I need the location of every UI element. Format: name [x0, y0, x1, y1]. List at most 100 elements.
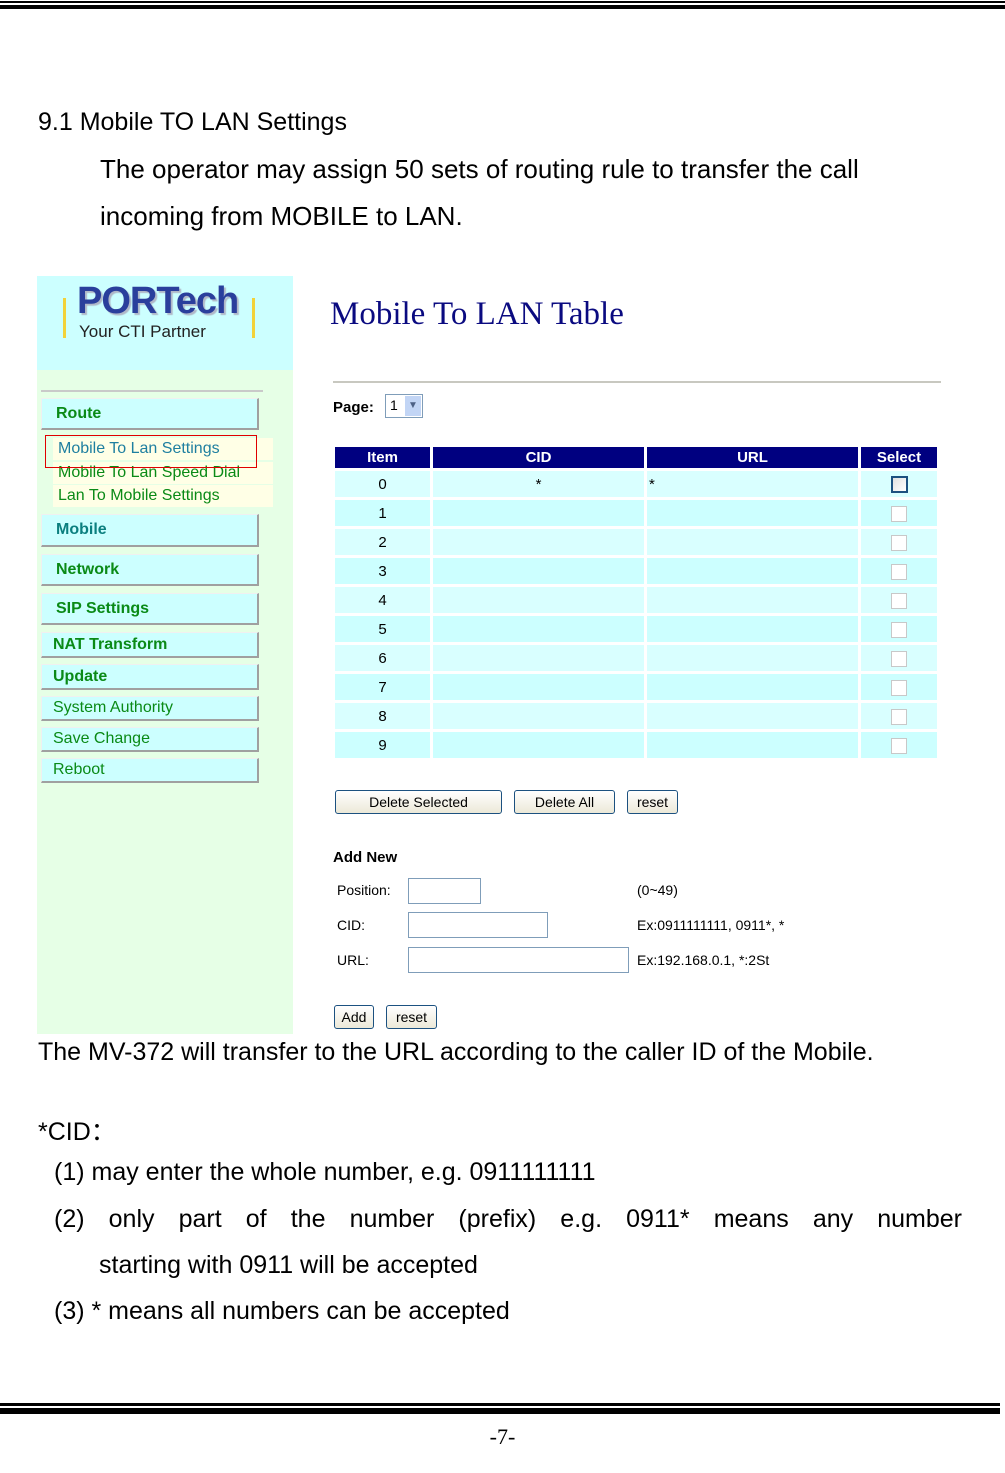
chevron-down-icon[interactable]: ▼	[405, 396, 421, 416]
position-input[interactable]	[408, 878, 481, 904]
embedded-screenshot: PORTech Your CTI Partner Route Mobile To…	[37, 276, 959, 1034]
cell-select	[861, 732, 937, 758]
cell-select	[861, 587, 937, 613]
footer-rule-thin	[0, 1403, 1000, 1406]
table-row: 1	[335, 500, 937, 526]
sidebar-subitem-lan-to-mobile-settings[interactable]: Lan To Mobile Settings	[53, 485, 273, 507]
footer-rule-thick	[0, 1408, 1000, 1414]
sidebar-item-reboot[interactable]: Reboot	[41, 758, 259, 783]
highlight-box	[45, 435, 257, 468]
cell-cid: *	[433, 471, 644, 497]
cell-url	[647, 732, 858, 758]
select-checkbox[interactable]	[891, 679, 907, 696]
url-input[interactable]	[408, 947, 629, 973]
table-row: 6	[335, 645, 937, 671]
url-hint: Ex:192.168.0.1, *:2St	[637, 952, 770, 968]
cid-note-2-continued: starting with 0911 will be accepted	[99, 1251, 478, 1279]
cell-select	[861, 674, 937, 700]
cell-item: 6	[335, 645, 430, 671]
table-row: 2	[335, 529, 937, 555]
sidebar-item-update[interactable]: Update	[41, 664, 259, 690]
cell-item: 3	[335, 558, 430, 584]
select-checkbox[interactable]	[891, 592, 907, 609]
cell-cid	[433, 558, 644, 584]
cell-url	[647, 674, 858, 700]
sidebar-item-system-authority[interactable]: System Authority	[41, 696, 259, 721]
table-row: 7	[335, 674, 937, 700]
cell-cid	[433, 674, 644, 700]
cell-item: 4	[335, 587, 430, 613]
page-number: -7-	[489, 1424, 516, 1449]
column-header-select: Select	[861, 447, 937, 468]
cid-note-1: (1) may enter the whole number, e.g. 091…	[54, 1158, 596, 1186]
cid-input[interactable]	[408, 912, 548, 938]
cell-select	[861, 500, 937, 526]
cell-select	[861, 471, 937, 497]
cell-url	[647, 529, 858, 555]
page-select[interactable]: 1 ▼	[385, 394, 423, 418]
cell-item: 0	[335, 471, 430, 497]
cell-url	[647, 703, 858, 729]
select-checkbox[interactable]	[891, 534, 907, 551]
cid-hint: Ex:0911111111, 0911*, *	[637, 917, 785, 933]
logo: PORTech Your CTI Partner	[37, 276, 293, 370]
cell-cid	[433, 616, 644, 642]
cell-item: 9	[335, 732, 430, 758]
reset-table-button[interactable]: reset	[627, 790, 678, 814]
page-title: Mobile To LAN Table	[330, 296, 624, 332]
select-checkbox[interactable]	[890, 475, 908, 493]
page-select-value: 1	[390, 397, 398, 413]
select-checkbox[interactable]	[891, 563, 907, 580]
page-label: Page:	[333, 399, 374, 416]
select-checkbox[interactable]	[891, 737, 907, 754]
cell-cid	[433, 732, 644, 758]
logo-tagline: Your CTI Partner	[79, 322, 206, 341]
reset-form-button[interactable]: reset	[386, 1005, 437, 1029]
cell-item: 7	[335, 674, 430, 700]
cell-select	[861, 558, 937, 584]
sidebar-item-mobile[interactable]: Mobile	[41, 514, 259, 547]
table-row: 8	[335, 703, 937, 729]
sidebar-item-network[interactable]: Network	[41, 554, 259, 586]
cell-item: 2	[335, 529, 430, 555]
select-checkbox[interactable]	[891, 650, 907, 667]
cell-select	[861, 703, 937, 729]
cell-select	[861, 529, 937, 555]
table-row: 0 * *	[335, 471, 937, 497]
cell-cid	[433, 500, 644, 526]
cell-url	[647, 616, 858, 642]
cid-note-3: (3) * means all numbers can be accepted	[54, 1297, 510, 1325]
header-rule-thin	[0, 1, 1005, 3]
cell-url	[647, 500, 858, 526]
cell-cid	[433, 587, 644, 613]
sidebar-item-save-change[interactable]: Save Change	[41, 727, 259, 752]
column-header-item: Item	[335, 447, 430, 468]
title-divider	[333, 381, 941, 383]
column-header-cid: CID	[433, 447, 644, 468]
delete-all-button[interactable]: Delete All	[514, 790, 615, 814]
logo-main-text: PORTech	[77, 280, 239, 322]
select-checkbox[interactable]	[891, 708, 907, 725]
sidebar-item-sip-settings[interactable]: SIP Settings	[41, 593, 259, 625]
cell-url: *	[647, 471, 858, 497]
cell-select	[861, 645, 937, 671]
section-title: 9.1 Mobile TO LAN Settings	[38, 108, 347, 136]
cid-label: CID:	[337, 917, 365, 933]
select-checkbox[interactable]	[891, 505, 907, 522]
table-row: 3	[335, 558, 937, 584]
cell-cid	[433, 703, 644, 729]
cell-item: 8	[335, 703, 430, 729]
table-row: 4	[335, 587, 937, 613]
add-new-heading: Add New	[333, 849, 398, 866]
select-checkbox[interactable]	[891, 621, 907, 638]
cell-url	[647, 587, 858, 613]
sidebar: PORTech Your CTI Partner Route Mobile To…	[37, 276, 293, 1034]
intro-paragraph: The operator may assign 50 sets of routi…	[100, 154, 859, 231]
sidebar-item-nat-transform[interactable]: NAT Transform	[41, 632, 259, 658]
sidebar-item-route[interactable]: Route	[41, 398, 259, 430]
cell-url	[647, 645, 858, 671]
delete-selected-button[interactable]: Delete Selected	[335, 790, 502, 814]
cell-item: 5	[335, 616, 430, 642]
add-button[interactable]: Add	[334, 1005, 374, 1029]
position-hint: (0~49)	[637, 882, 678, 898]
